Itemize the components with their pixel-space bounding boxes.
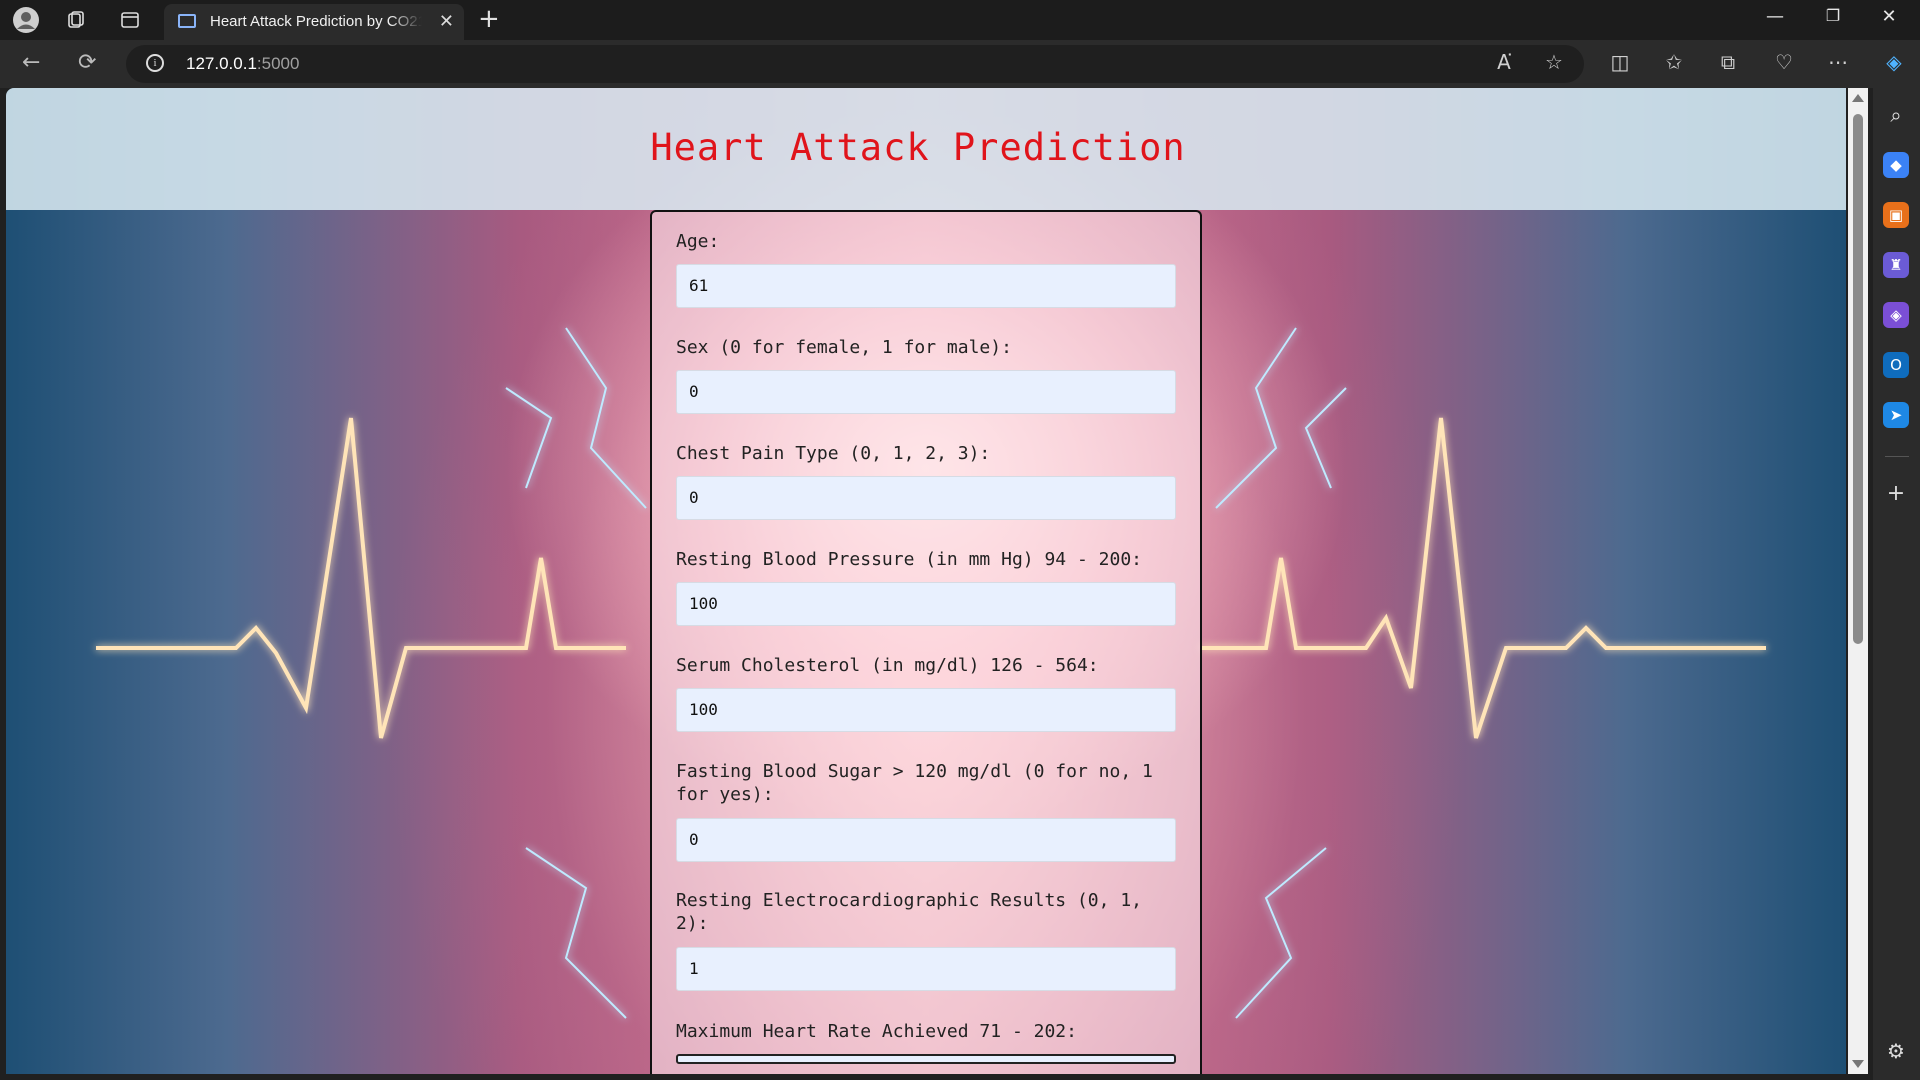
- page-scrollbar[interactable]: [1848, 88, 1868, 1074]
- close-tab-icon[interactable]: ✕: [439, 11, 454, 32]
- restore-icon[interactable]: ❐: [1810, 6, 1856, 25]
- copilot-icon[interactable]: ◈: [1880, 50, 1908, 74]
- back-arrow-icon[interactable]: ←: [22, 50, 40, 75]
- max-heart-rate-label: Maximum Heart Rate Achieved 71 - 202:: [676, 1021, 1077, 1042]
- collections-icon[interactable]: ⧉: [1714, 50, 1742, 74]
- age-label: Age:: [676, 231, 720, 252]
- scroll-thumb[interactable]: [1853, 114, 1863, 644]
- site-info-icon[interactable]: i: [146, 54, 164, 72]
- age-input[interactable]: 61: [676, 264, 1176, 308]
- sex-label: Sex (0 for female, 1 for male):: [676, 337, 1012, 358]
- read-aloud-icon[interactable]: A͘: [1490, 50, 1518, 74]
- games-icon[interactable]: ♜: [1883, 252, 1909, 278]
- max-heart-rate-input[interactable]: [676, 1054, 1176, 1064]
- search-icon[interactable]: ⌕: [1883, 102, 1909, 128]
- page-title: Heart Attack Prediction: [650, 126, 1186, 169]
- split-screen-icon[interactable]: ◫: [1606, 50, 1634, 74]
- microsoft-365-icon[interactable]: ◈: [1883, 302, 1909, 328]
- resting-bp-input[interactable]: 100: [676, 582, 1176, 626]
- address-bar[interactable]: i 127.0.0.1:5000: [126, 45, 1584, 83]
- workspaces-icon[interactable]: [62, 6, 90, 34]
- fasting-sugar-label: Fasting Blood Sugar > 120 mg/dl (0 for n…: [676, 761, 1153, 805]
- prediction-form: Age: 61 Sex (0 for female, 1 for male): …: [650, 210, 1202, 1074]
- cholesterol-label: Serum Cholesterol (in mg/dl) 126 - 564:: [676, 655, 1099, 676]
- favorites-list-icon[interactable]: ✩: [1660, 50, 1688, 74]
- add-sidebar-item-icon[interactable]: +: [1883, 480, 1909, 506]
- resting-bp-label: Resting Blood Pressure (in mm Hg) 94 - 2…: [676, 549, 1142, 570]
- page-viewport: Heart Attack Prediction Age: 61 Sex (0 f…: [6, 88, 1846, 1074]
- settings-gear-icon[interactable]: ⚙: [1883, 1038, 1909, 1064]
- close-window-icon[interactable]: ✕: [1866, 6, 1912, 27]
- outlook-icon[interactable]: O: [1883, 352, 1909, 378]
- browser-titlebar: Heart Attack Prediction by CO21 ✕ + — ❐ …: [0, 0, 1920, 40]
- chest-pain-label: Chest Pain Type (0, 1, 2, 3):: [676, 443, 991, 464]
- new-tab-icon[interactable]: +: [478, 4, 500, 34]
- drop-icon[interactable]: ➤: [1883, 402, 1909, 428]
- shopping-tag-icon[interactable]: ◆: [1883, 152, 1909, 178]
- more-options-icon[interactable]: ⋯: [1824, 50, 1852, 74]
- resting-ecg-label: Resting Electrocardiographic Results (0,…: [676, 890, 1142, 934]
- fasting-sugar-input[interactable]: 0: [676, 818, 1176, 862]
- url-text: 127.0.0.1:5000: [186, 54, 300, 73]
- sidebar-divider: [1885, 456, 1909, 457]
- resting-ecg-input[interactable]: 1: [676, 947, 1176, 991]
- vertical-tabs-icon[interactable]: [116, 6, 144, 34]
- tab-title: Heart Attack Prediction by CO21: [210, 13, 422, 30]
- scroll-up-arrow-icon[interactable]: [1852, 94, 1864, 102]
- browser-essentials-icon[interactable]: ♡: [1770, 50, 1798, 74]
- profile-icon[interactable]: [12, 6, 40, 34]
- minimize-icon[interactable]: —: [1752, 6, 1798, 27]
- favorite-star-icon[interactable]: ☆: [1540, 50, 1568, 74]
- scroll-down-arrow-icon[interactable]: [1852, 1060, 1864, 1068]
- cholesterol-input[interactable]: 100: [676, 688, 1176, 732]
- tab-favicon-icon: [178, 14, 196, 28]
- refresh-icon[interactable]: ⟳: [78, 50, 96, 75]
- tools-icon[interactable]: ▣: [1883, 202, 1909, 228]
- chest-pain-input[interactable]: 0: [676, 476, 1176, 520]
- edge-sidebar: ⌕ ◆ ▣ ♜ ◈ O ➤ + ⚙: [1873, 88, 1920, 1080]
- sex-input[interactable]: 0: [676, 370, 1176, 414]
- browser-tab-active[interactable]: Heart Attack Prediction by CO21 ✕: [164, 4, 464, 40]
